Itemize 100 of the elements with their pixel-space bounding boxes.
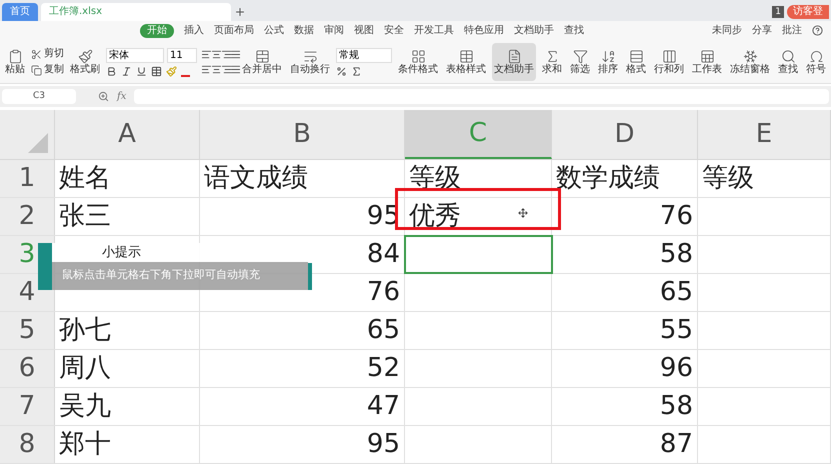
columns-icon [662,48,676,64]
toolbar-link[interactable]: 未同步 [712,23,742,38]
table-cell: 等级 [698,160,831,197]
table-cell: 张三 [55,198,200,235]
table-icon [458,48,474,64]
table-cell: 65 [200,312,405,349]
table-cell: 52 [200,350,405,387]
ribbon-button[interactable]: 行和列 [652,43,686,82]
menu-tab[interactable]: 审阅 [324,24,344,38]
justify-icon[interactable] [230,64,242,76]
toolbar-link[interactable]: 分享 [752,23,772,38]
align-left-icon[interactable] [201,49,212,60]
ribbon-button[interactable]: 自动换行 [288,43,332,82]
search-icon [780,48,796,64]
ribbon-button[interactable]: 文档助手 [492,43,536,82]
number-format-field[interactable]: 常规 [336,48,392,63]
row-header[interactable]: 4 [0,274,55,311]
ribbon-button[interactable]: 筛选 [568,43,592,82]
menu-tab[interactable]: 文档助手 [514,24,554,38]
omega-icon [808,48,824,64]
justify-icon[interactable] [230,49,242,60]
scissors-icon [31,48,42,60]
paintbrush-icon [78,48,92,64]
row-header[interactable]: 8 [0,426,55,463]
menu-tab[interactable]: 安全 [384,24,404,38]
percent-icon[interactable] [336,66,347,77]
sort-icon [600,48,616,64]
ribbon-button[interactable]: 工作表 [690,43,724,82]
filter-icon [572,48,588,64]
ribbon-button[interactable]: 合并居中 [240,43,284,82]
align-center-icon[interactable] [210,49,222,60]
ribbon-button[interactable]: 排序 [596,43,620,82]
table-cell: 数学成绩 [552,160,698,197]
align-right-icon[interactable] [220,64,232,76]
ribbon-button[interactable]: 复制 [31,64,64,76]
menu-tab[interactable]: 视图 [354,24,374,38]
table-cell: 姓名 [55,160,200,197]
row-header[interactable]: 5 [0,312,55,349]
table-cell: 郑十 [55,426,200,463]
ribbon-button[interactable]: 符号 [804,43,828,82]
function-icon[interactable]: fx [117,89,126,104]
table-cell: 吴九 [55,388,200,425]
ribbon-button[interactable]: 格式 [624,43,648,82]
merge-cells-icon [254,48,270,64]
ribbon-button[interactable]: 格式刷 [68,43,102,82]
column-header[interactable]: E [698,110,831,159]
border-icon[interactable] [151,66,162,77]
ribbon-button[interactable]: 条件格式 [396,43,440,82]
count-badge: 1 [772,6,784,18]
zoom-icon[interactable] [98,91,109,102]
snowflake-icon [742,48,758,64]
ribbon-button[interactable]: 查找 [776,43,800,82]
menu-tab[interactable]: 数据 [294,24,314,38]
ribbon-button[interactable]: 冻结窗格 [728,43,772,82]
bold-icon[interactable] [106,66,117,77]
copy-icon [31,64,42,76]
document-tab[interactable]: 工作簿.xlsx [41,2,231,21]
row-header[interactable]: 2 [0,198,55,235]
row-header[interactable]: 6 [0,350,55,387]
table-cell: 87 [552,426,698,463]
align-right-icon[interactable] [220,49,232,60]
menu-tab[interactable]: 开发工具 [414,24,454,38]
row-header[interactable]: 1 [0,160,55,197]
sigma-icon[interactable] [351,66,362,77]
clipboard-icon [8,48,22,64]
table-cell: 语文成绩 [200,160,405,197]
name-box[interactable]: C3 [2,89,76,104]
font-size-field[interactable]: 11 [167,48,197,63]
align-left-icon[interactable] [201,64,212,76]
row-header[interactable]: 7 [0,388,55,425]
align-center-icon[interactable] [210,64,222,76]
italic-icon[interactable] [121,66,132,77]
underline-icon[interactable] [136,66,147,77]
menu-tab[interactable]: 查找 [564,24,584,38]
ribbon-button[interactable]: 求和 [540,43,564,82]
ribbon-button[interactable]: 粘贴 [3,43,27,82]
menu-tab[interactable]: 特色应用 [464,24,504,38]
ribbon-button[interactable]: 表格样式 [444,43,488,82]
column-header[interactable]: D [552,110,698,159]
menu-tab[interactable]: 插入 [184,24,204,38]
document-icon [506,48,522,64]
ribbon-button[interactable]: 剪切 [31,48,64,60]
help-icon[interactable] [812,25,823,36]
table-cell: 58 [552,388,698,425]
grid-icon [410,48,426,64]
table-cell: 76 [552,198,698,235]
font-field[interactable]: 宋体 [106,48,164,63]
wrap-text-icon [302,48,318,64]
tip-title: 小提示 [101,244,142,262]
toolbar-link[interactable]: 批注 [782,23,802,38]
table-cell: 55 [552,312,698,349]
menu-tab[interactable]: 页面布局 [214,24,254,38]
column-header[interactable]: A [55,110,200,159]
menu-tab[interactable]: 公式 [264,24,284,38]
table-cell: 65 [552,274,698,311]
table-cell: 周八 [55,350,200,387]
sheet-icon [700,48,714,64]
menu-tab[interactable]: 开始 [140,24,174,38]
crosshair-cursor-icon [518,208,528,218]
new-tab-icon[interactable] [234,6,246,18]
